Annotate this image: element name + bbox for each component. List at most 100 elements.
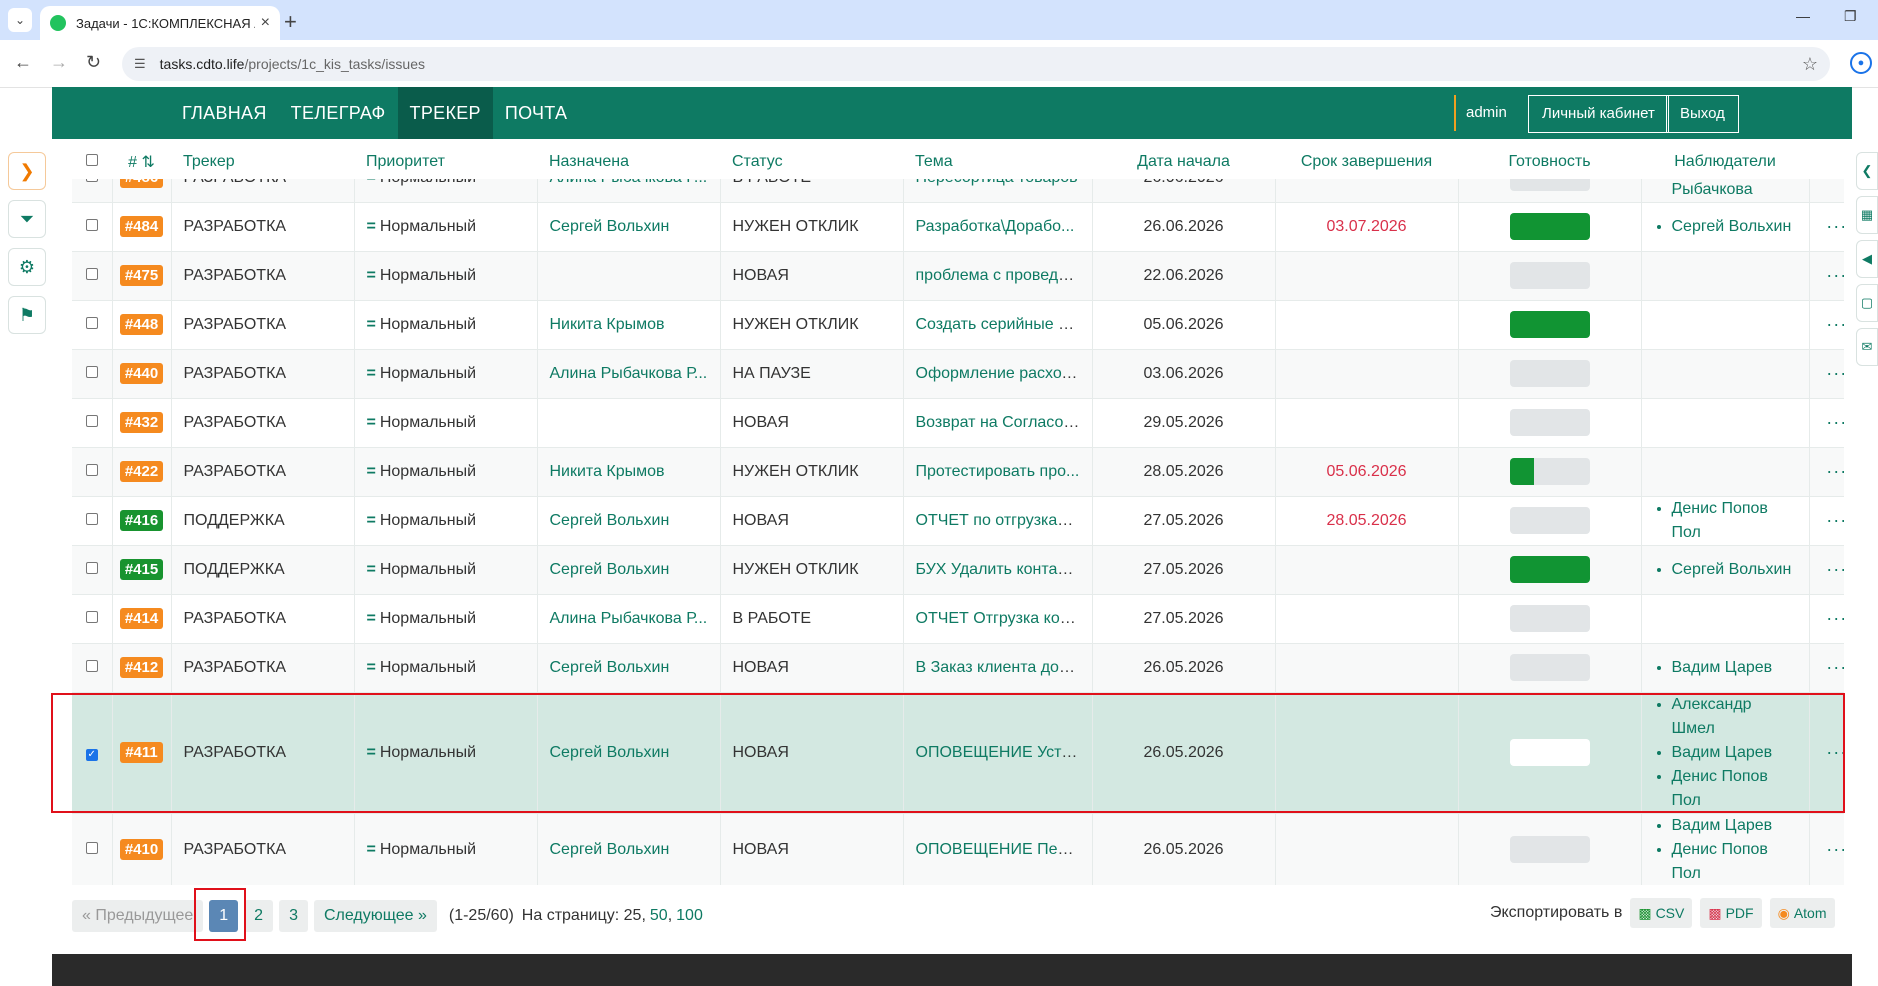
row-checkbox[interactable] [72,813,113,885]
export-pdf-button[interactable]: ▩ PDF [1700,898,1762,928]
prev-page-button[interactable]: « Предыдущее [72,900,204,932]
arrow-left-icon[interactable]: ← [14,52,32,73]
row-menu-button[interactable]: ··· [1809,202,1844,252]
assignee-link[interactable]: Сергей Вольхин [550,841,670,858]
issue-id-link[interactable]: #432 [119,412,164,433]
col-status[interactable]: Статус [720,145,903,180]
issue-id-link[interactable]: #422 [119,461,164,482]
bookmark-icon[interactable]: ⚑ [8,296,46,334]
subject-link[interactable]: ОПОВЕЩЕНИЕ Пере... [916,841,1089,858]
issue-id-link[interactable]: #484 [119,216,164,237]
row-menu-button[interactable]: ··· [1809,300,1844,350]
row-menu-button[interactable]: ··· [1809,545,1844,595]
table-row[interactable]: #415 ПОДДЕРЖКА = Нормальный Сергей Вольхин НУ… [72,545,1844,595]
issue-id-link[interactable]: #440 [119,363,164,384]
col-done[interactable]: Готовность [1458,145,1641,180]
subject-link[interactable]: Возврат на Согласов... [916,414,1086,431]
issue-id-link[interactable]: #448 [119,314,164,335]
watcher-link[interactable]: Денис Попов Пол [1672,838,1797,886]
gear-icon[interactable]: ⚙ [8,248,46,286]
subject-link[interactable]: Протестировать про... [916,463,1080,480]
row-menu-button[interactable]: ··· [1809,594,1844,644]
row-checkbox[interactable] [72,300,113,350]
filter-icon[interactable]: ⏷ [8,200,46,238]
assignee-link[interactable]: Никита Крымов [550,316,665,333]
subject-link[interactable]: Оформление расход... [916,365,1085,382]
user-name[interactable]: admin [1454,95,1507,131]
row-checkbox[interactable] [72,349,113,399]
chevron-right-icon[interactable]: ❯ [8,152,46,190]
nav-mail[interactable]: ПОЧТА [493,87,579,139]
col-subject[interactable]: Тема [903,145,1092,180]
table-row[interactable]: #410 РАЗРАБОТКА = Нормальный Сергей Вольхин Н… [72,813,1844,885]
col-assignee[interactable]: Назначена [537,145,720,180]
issue-id-link[interactable]: #416 [119,510,164,531]
assignee-link[interactable]: Алина Рыбачкова Р... [550,365,708,382]
watcher-link[interactable]: Сергей Вольхин [1672,215,1797,239]
watcher-link[interactable]: Вадим Царев [1672,656,1797,680]
col-priority[interactable]: Приоритет [354,145,537,180]
star-icon[interactable]: ☆ [1802,54,1818,75]
export-atom-button[interactable]: ◉ Atom [1769,898,1835,928]
issue-id-link[interactable]: #410 [119,839,164,860]
row-checkbox[interactable] [72,447,113,497]
expand-icon[interactable]: ❮ [1856,152,1878,190]
assignee-link[interactable]: Алина Рыбачкова Р... [550,610,708,627]
assignee-link[interactable]: Сергей Вольхин [550,659,670,676]
row-menu-button[interactable]: ··· [1809,251,1844,301]
table-row[interactable]: #414 РАЗРАБОТКА = Нормальный Алина Рыбачкова… [72,594,1844,644]
page-2-button[interactable]: 2 [244,900,274,932]
table-row[interactable]: #412 РАЗРАБОТКА = Нормальный Сергей Вольхин Н… [72,643,1844,693]
row-checkbox[interactable] [72,594,113,644]
profile-icon[interactable]: ● [1850,52,1872,74]
row-checkbox[interactable] [72,496,113,546]
chevron-down-icon[interactable]: ⌄ [8,8,32,32]
reload-icon[interactable]: ↻ [86,52,101,73]
per-page-50-link[interactable]: 50 [650,907,668,925]
mail-icon[interactable]: ✉ [1856,328,1878,366]
row-checkbox[interactable] [72,545,113,595]
table-row[interactable]: #440 РАЗРАБОТКА = Нормальный Алина Рыбачкова… [72,349,1844,399]
cabinet-button[interactable]: Личный кабинет [1528,95,1669,133]
row-menu-button[interactable]: ··· [1809,447,1844,497]
assignee-link[interactable]: Никита Крымов [550,463,665,480]
page-3-button[interactable]: 3 [279,900,308,932]
row-menu-button[interactable]: ··· [1809,813,1844,885]
row-menu-button[interactable]: ··· [1809,349,1844,399]
issue-id-link[interactable]: #414 [119,608,164,629]
subject-link[interactable]: БУХ Удалить контакт... [916,561,1084,578]
arrow-right-icon[interactable]: → [50,52,68,73]
subject-link[interactable]: проблема с проведе... [916,267,1081,284]
nav-telegraph[interactable]: ТЕЛЕГРАФ [279,87,398,139]
site-info-icon[interactable]: ☰ [134,56,146,72]
close-icon[interactable]: × [261,14,270,32]
export-csv-button[interactable]: ▩ CSV [1630,898,1693,928]
subject-link[interactable]: Создать серийные н... [916,316,1081,333]
row-menu-button[interactable]: ··· [1809,643,1844,693]
subject-link[interactable]: ОТЧЕТ по отгрузкам... [916,512,1082,529]
issue-id-link[interactable]: #412 [119,657,164,678]
table-row[interactable]: #432 РАЗРАБОТКА = Нормальный НОВАЯ Возврат на… [72,398,1844,448]
watcher-link[interactable]: Вадим Царев [1672,814,1797,838]
col-tracker[interactable]: Трекер [171,145,354,180]
table-row[interactable]: #422 РАЗРАБОТКА = Нормальный Никита Крымов НУ… [72,447,1844,497]
col-due-date[interactable]: Срок завершения [1275,145,1458,180]
col-start-date[interactable]: Дата начала [1092,145,1275,180]
grid-icon[interactable]: ▦ [1856,196,1878,234]
subject-link[interactable]: В Заказ клиента доб... [916,659,1082,676]
nav-home[interactable]: ГЛАВНАЯ [170,87,279,139]
logout-button[interactable]: Выход [1666,95,1739,133]
row-menu-button[interactable]: ··· [1809,496,1844,546]
assignee-link[interactable]: Сергей Вольхин [550,218,670,235]
browser-tab[interactable]: Задачи - 1С:КОМПЛЕКСНАЯ А × [40,6,280,40]
table-row[interactable]: #448 РАЗРАБОТКА = Нормальный Никита Крымов НУ… [72,300,1844,350]
col-watchers[interactable]: Наблюдатели [1641,145,1809,180]
row-checkbox[interactable] [72,202,113,252]
watcher-link[interactable]: Денис Попов Пол [1672,497,1797,545]
assignee-link[interactable]: Сергей Вольхин [550,512,670,529]
subject-link[interactable]: ОТЧЕТ Отгрузка ком... [916,610,1085,627]
assignee-link[interactable]: Сергей Вольхин [550,561,670,578]
col-id[interactable]: # ⇅ [112,145,171,180]
plus-icon[interactable]: + [284,9,297,35]
panel-icon[interactable]: ▢ [1856,284,1878,322]
